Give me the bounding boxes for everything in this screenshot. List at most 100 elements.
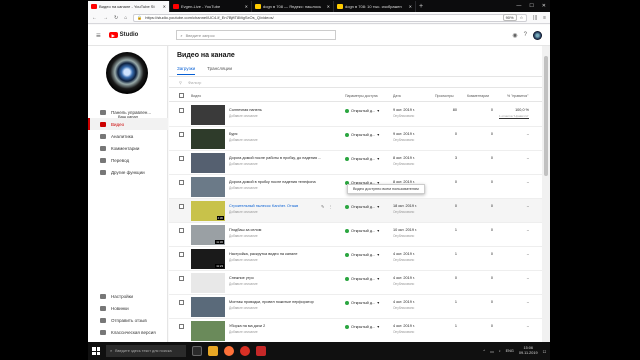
- reload-icon[interactable]: ↻: [114, 15, 118, 21]
- column-header-likes[interactable]: % "нравится": [507, 94, 528, 98]
- table-row[interactable]: Снежное утро Добавьте описание Открытый д.…: [169, 271, 542, 295]
- column-header-comments[interactable]: Комментарии: [467, 94, 489, 98]
- tab-live[interactable]: Трансляции: [207, 66, 232, 75]
- browser-tab[interactable]: dogn в 708 — Яндекс: нашлось ✕: [252, 1, 334, 12]
- home-icon[interactable]: ⌂: [124, 15, 127, 21]
- filter-bar[interactable]: ⚲ Фильтр: [169, 76, 542, 88]
- zoom-level[interactable]: 90%: [502, 14, 517, 21]
- minimize-icon[interactable]: —: [516, 1, 521, 12]
- language-indicator[interactable]: ENG: [506, 349, 514, 353]
- table-row[interactable]: 11:23 Настройка, раскрутка видео на канал…: [169, 247, 542, 271]
- firefox-icon[interactable]: [224, 346, 234, 356]
- close-icon[interactable]: ✕: [245, 4, 248, 9]
- sidebar-item-classic[interactable]: Классическая версия: [88, 326, 168, 338]
- notifications-icon[interactable]: ☐: [543, 349, 546, 354]
- video-title[interactable]: Дорога домой после работы в пробку, до п…: [229, 156, 339, 160]
- table-row[interactable]: Солнечная панель Добавьте описание Открыты…: [169, 103, 542, 127]
- row-checkbox[interactable]: [179, 204, 184, 209]
- more-icon[interactable]: ⋮: [328, 204, 332, 209]
- windows-start-icon[interactable]: [92, 347, 100, 355]
- sidebar-item-dashboard[interactable]: Панель управлен...: [88, 106, 168, 118]
- help-icon[interactable]: ?: [524, 32, 527, 38]
- close-window-icon[interactable]: ✕: [542, 1, 546, 12]
- tab-uploads[interactable]: Загрузки: [177, 66, 196, 75]
- row-checkbox[interactable]: [179, 324, 184, 329]
- visibility-cell[interactable]: Открытый д... ▾: [345, 276, 379, 281]
- video-description[interactable]: Добавьте описание: [229, 210, 258, 214]
- row-checkbox[interactable]: [179, 252, 184, 257]
- sidebar-item-translations[interactable]: Перевод: [88, 154, 168, 166]
- video-title[interactable]: Дорога домой в пробку после падения теле…: [229, 180, 339, 184]
- visibility-cell[interactable]: Открытый д... ▾: [345, 252, 379, 257]
- channel-avatar[interactable]: [106, 52, 148, 94]
- tray-arrow-icon[interactable]: ^: [483, 349, 485, 353]
- file-explorer-icon[interactable]: [208, 346, 218, 356]
- sidebar-item-videos[interactable]: Видео: [88, 118, 168, 130]
- video-title[interactable]: Солнечная панель: [229, 108, 339, 112]
- network-icon[interactable]: ▭: [490, 349, 494, 354]
- bookmark-star-icon[interactable]: ☆: [520, 15, 524, 20]
- video-title[interactable]: Настройка, раскрутка видео на канале: [229, 252, 339, 256]
- video-thumbnail[interactable]: [191, 105, 225, 125]
- sidebar-item-analytics[interactable]: Аналитика: [88, 130, 168, 142]
- table-row[interactable]: 4:36 Строительный пылесос Karcher. Отзыв Д…: [169, 199, 542, 223]
- video-thumbnail[interactable]: [191, 153, 225, 173]
- video-description[interactable]: Добавьте описание: [229, 162, 258, 166]
- visibility-cell[interactable]: Открытый д... ▾: [345, 300, 379, 305]
- visibility-cell[interactable]: Открытый д... ▾: [345, 132, 379, 137]
- video-title[interactable]: Снежное утро: [229, 276, 339, 280]
- forward-icon[interactable]: →: [103, 15, 108, 21]
- task-view-icon[interactable]: [192, 346, 202, 356]
- scrollbar-thumb[interactable]: [544, 56, 548, 176]
- table-row[interactable]: Уборка на ма дачи 2 Добавьте описание Откр…: [169, 319, 542, 342]
- sidebar-item-settings[interactable]: Настройки: [88, 290, 168, 302]
- visibility-cell[interactable]: Открытый д... ▾: [345, 228, 379, 233]
- visibility-cell[interactable]: Открытый д... ▾: [345, 108, 379, 113]
- maximize-icon[interactable]: ☐: [529, 1, 533, 12]
- app-icon[interactable]: [240, 346, 250, 356]
- visibility-cell[interactable]: Открытый д... ▾: [345, 204, 379, 209]
- row-checkbox[interactable]: [179, 156, 184, 161]
- close-icon[interactable]: ✕: [163, 4, 166, 9]
- edit-icon[interactable]: ✎: [321, 204, 324, 209]
- video-thumbnail[interactable]: 4:36: [191, 201, 225, 221]
- video-description[interactable]: Добавьте описание: [229, 258, 258, 262]
- create-video-icon[interactable]: ◉: [512, 32, 517, 39]
- column-header-views[interactable]: Просмотры: [435, 94, 454, 98]
- volume-icon[interactable]: ♪: [499, 349, 501, 353]
- filter-input[interactable]: Фильтр: [188, 80, 201, 85]
- video-thumbnail[interactable]: [191, 177, 225, 197]
- column-header-date[interactable]: Дата: [393, 94, 401, 98]
- video-title[interactable]: Монтаж проводки, провел пожитые перфорат…: [229, 300, 339, 304]
- back-icon[interactable]: ←: [92, 15, 97, 21]
- browser-tab[interactable]: dogn в 708: 10 тыс. изображен ✕: [334, 1, 416, 12]
- library-icon[interactable]: |||: [533, 15, 537, 21]
- visibility-cell[interactable]: Открытый д... ▾: [345, 156, 379, 161]
- video-title[interactable]: Пгодбаш за селом: [229, 228, 339, 232]
- close-icon[interactable]: ✕: [409, 4, 412, 9]
- table-row[interactable]: 11:30 Пгодбаш за селом Добавьте описание От…: [169, 223, 542, 247]
- visibility-cell[interactable]: Открытый д... ▾: [345, 324, 379, 329]
- clock[interactable]: 15:06 09.11.2019: [519, 346, 538, 356]
- row-checkbox[interactable]: [179, 132, 184, 137]
- studio-search-input[interactable]: ⌕ Введите запрос: [176, 30, 337, 40]
- hamburger-menu-icon[interactable]: ≡: [96, 31, 101, 40]
- table-row[interactable]: Монтаж проводки, провел пожитые перфорат…: [169, 295, 542, 319]
- table-row[interactable]: Буря Добавьте описание Открытый д... ▾ 9 окт…: [169, 127, 542, 151]
- close-icon[interactable]: ✕: [327, 4, 330, 9]
- new-tab-button[interactable]: +: [419, 2, 423, 12]
- browser-tab[interactable]: Evgen-Live - YouTube ✕: [170, 1, 252, 12]
- video-thumbnail[interactable]: [191, 321, 225, 341]
- video-description[interactable]: Добавьте описание: [229, 234, 258, 238]
- video-description[interactable]: Добавьте описание: [229, 114, 258, 118]
- sidebar-item-feedback[interactable]: Отправить отзыв: [88, 314, 168, 326]
- row-checkbox[interactable]: [179, 276, 184, 281]
- video-title[interactable]: Уборка на ма дачи 2: [229, 324, 339, 328]
- video-description[interactable]: Добавьте описание: [229, 138, 258, 142]
- recorder-icon[interactable]: [256, 346, 266, 356]
- video-description[interactable]: Добавьте описание: [229, 282, 258, 286]
- video-thumbnail[interactable]: [191, 297, 225, 317]
- taskbar-search[interactable]: ⌕ Введите здесь текст для поиска: [106, 345, 186, 357]
- url-bar[interactable]: 🔒 https://studio.youtube.com/channel/UC4…: [133, 13, 528, 22]
- account-avatar[interactable]: [533, 30, 542, 40]
